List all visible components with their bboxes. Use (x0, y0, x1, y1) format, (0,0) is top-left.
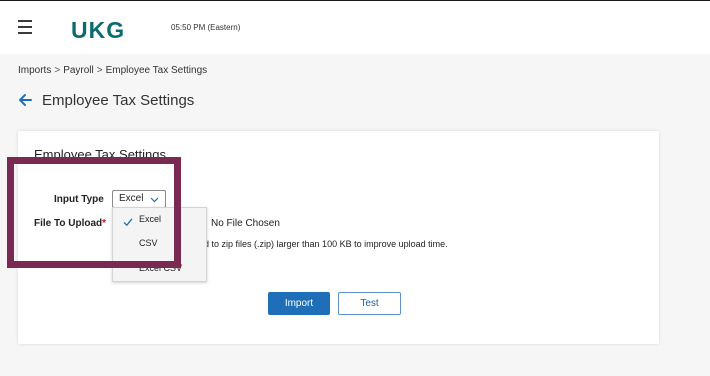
breadcrumb-separator: > (96, 65, 103, 76)
top-bar: UKG 05:50 PM (Eastern) (0, 0, 710, 54)
input-type-label: Input Type (54, 194, 104, 205)
current-time: 05:50 PM (Eastern) (171, 23, 241, 32)
svg-text:UKG: UKG (71, 18, 125, 42)
employee-tax-settings-card: Employee Tax Settings Input Type Excel F… (18, 131, 659, 344)
no-file-chosen-text: No File Chosen (211, 218, 280, 229)
breadcrumb-payroll[interactable]: Payroll (63, 65, 94, 76)
test-button[interactable]: Test (338, 292, 401, 315)
import-button[interactable]: Import (268, 292, 330, 315)
hamburger-menu-icon[interactable] (18, 20, 32, 34)
file-to-upload-label: File To Upload* (34, 218, 106, 229)
dropdown-option-excel-csv[interactable]: Excel CSV (113, 263, 206, 273)
input-type-select[interactable]: Excel (112, 190, 166, 208)
input-type-selected-value: Excel (119, 193, 144, 204)
back-arrow-icon[interactable] (16, 91, 34, 109)
breadcrumb-separator: > (54, 65, 61, 76)
chevron-down-icon (150, 197, 159, 203)
input-type-dropdown: Excel CSV Excel CSV (112, 207, 207, 282)
dropdown-option-excel[interactable]: Excel (113, 214, 206, 224)
upload-hint-text: ded to zip files (.zip) larger than 100 … (194, 239, 448, 249)
required-asterisk: * (102, 218, 107, 229)
card-title: Employee Tax Settings (34, 147, 166, 162)
file-to-upload-label-text: File To Upload (34, 218, 103, 229)
ukg-logo: UKG (71, 18, 125, 42)
breadcrumb: Imports > Payroll > Employee Tax Settings (18, 65, 207, 76)
page-header: Employee Tax Settings (16, 89, 194, 111)
breadcrumb-employee-tax-settings: Employee Tax Settings (105, 65, 208, 76)
dropdown-option-csv[interactable]: CSV (113, 238, 206, 248)
page-title: Employee Tax Settings (42, 91, 195, 109)
breadcrumb-imports[interactable]: Imports (18, 65, 51, 76)
